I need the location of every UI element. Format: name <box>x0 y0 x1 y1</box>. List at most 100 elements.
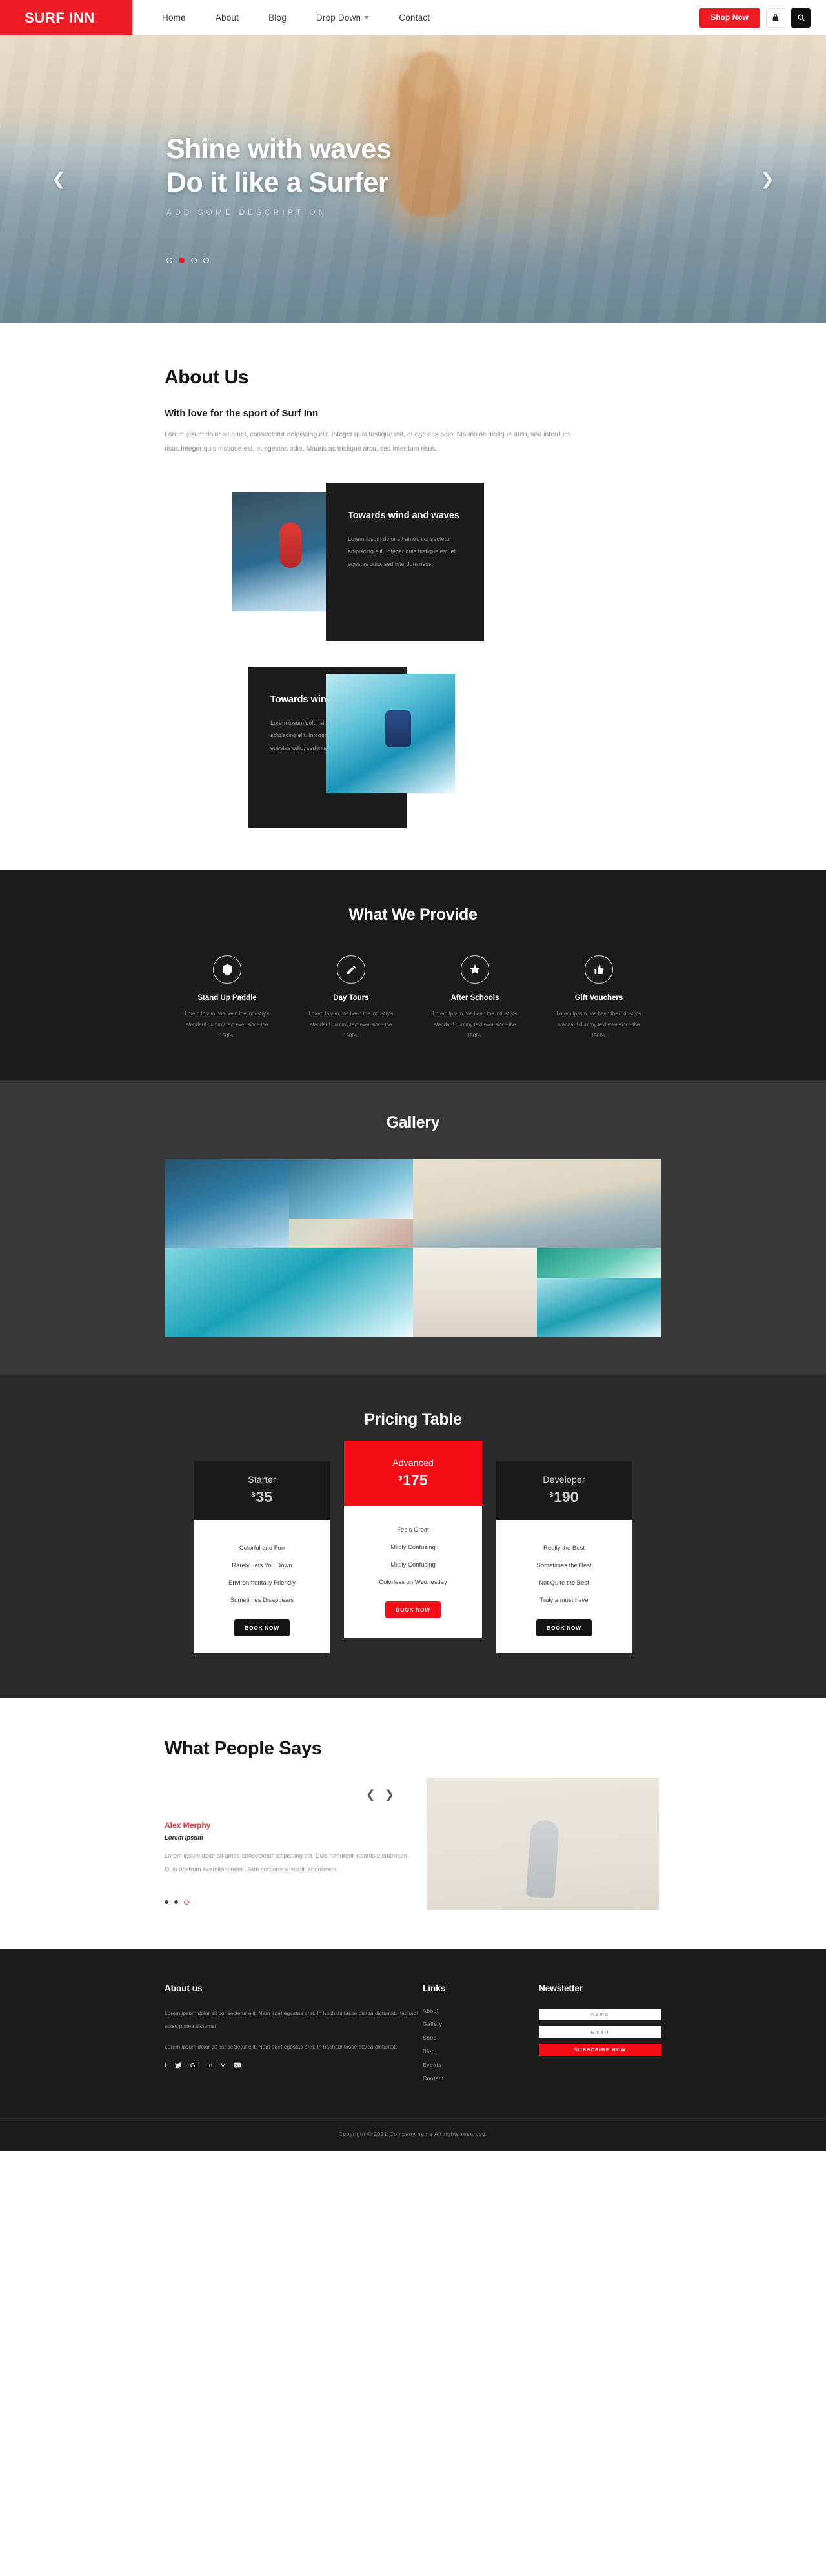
gallery-image-5[interactable] <box>165 1248 413 1338</box>
testimonial-author-name: Alex Merphy <box>165 1821 211 1831</box>
service-text: Lorem Ipsum has been the industry's stan… <box>432 1011 518 1039</box>
gallery-image-1[interactable] <box>165 1159 289 1249</box>
book-now-button[interactable]: BOOK NOW <box>536 1619 592 1637</box>
vimeo-icon[interactable]: V <box>221 2062 225 2071</box>
pricing-plan-price: $190 <box>496 1488 632 1506</box>
service-title: Gift Vouchers <box>574 994 623 1002</box>
services-section: What We Provide Stand Up Paddle Lorem Ip… <box>0 870 826 1080</box>
pricing-feature: Sometimes Disappears <box>230 1597 294 1605</box>
testimonial-card: ❮ ❯ Alex Merphy Lorem Ipsum Lorem ipsum … <box>165 1778 410 1905</box>
pricing-feature-list: Feels Great Mildly Confusing Mildly Conf… <box>353 1521 473 1591</box>
service-item-after-schools[interactable]: After Schools Lorem Ipsum has been the i… <box>413 955 537 1041</box>
price-value: 175 <box>403 1472 428 1489</box>
hero-title: Shine with waves Do it like a Surfer <box>166 132 392 200</box>
twitter-icon[interactable] <box>174 2062 182 2071</box>
footer-link-blog[interactable]: Blog <box>423 2048 539 2054</box>
service-title: After Schools <box>450 994 499 1002</box>
about-inner: About Us With love for the sport of Surf… <box>165 367 661 829</box>
testimonial-next-arrow[interactable]: ❯ <box>385 1788 394 1801</box>
navbar: SURF INN Home About Blog Drop Down Conta… <box>0 0 826 35</box>
pricing-feature: Colorless on Wednesday <box>379 1579 447 1587</box>
footer-about-paragraph-1: Lorem ipsum dolor sit consectetur elit. … <box>165 2010 418 2029</box>
pricing-plan-header: Advanced $175 <box>344 1441 482 1506</box>
testimonial-indicator-1[interactable] <box>165 1900 168 1905</box>
footer-about-paragraph-2: Lorem ipsum dolor sit consectetur elit. … <box>165 2043 398 2050</box>
service-item-day-tours[interactable]: Day Tours Lorem Ipsum has been the indus… <box>289 955 413 1041</box>
gallery-image-7[interactable] <box>537 1248 661 1279</box>
pricing-plan-body: Colorful and Fun Rarely Lets You Down En… <box>194 1520 330 1654</box>
hero-subtitle: Add Some Description <box>166 207 328 217</box>
footer-link-events[interactable]: Events <box>423 2062 539 2068</box>
gallery-image-2[interactable] <box>289 1159 413 1219</box>
thumbs-up-icon <box>585 955 613 984</box>
book-now-button[interactable]: BOOK NOW <box>234 1619 290 1637</box>
pricing-feature: Rarely Lets You Down <box>232 1562 292 1570</box>
book-now-button[interactable]: BOOK NOW <box>385 1601 441 1619</box>
footer-link-shop[interactable]: Shop <box>423 2034 539 2041</box>
pricing-plan-name: Advanced <box>392 1457 434 1468</box>
about-card-1-title: Towards wind and waves <box>348 511 459 522</box>
gallery-title: Gallery <box>386 1113 440 1132</box>
hero-prev-arrow[interactable]: ❮ <box>48 168 70 190</box>
footer-link-about[interactable]: About <box>423 2007 539 2014</box>
nav-item-home[interactable]: Home <box>162 13 186 23</box>
currency-symbol: $ <box>251 1491 256 1499</box>
pencil-icon <box>337 955 365 984</box>
gallery-image-6[interactable] <box>413 1248 537 1338</box>
hero-indicator-1[interactable] <box>166 258 172 263</box>
about-title: About Us <box>165 367 249 388</box>
linkedin-icon[interactable]: in <box>207 2062 212 2071</box>
service-item-stand-up-paddle[interactable]: Stand Up Paddle Lorem Ipsum has been the… <box>165 955 289 1041</box>
hero-indicator-4[interactable] <box>203 258 209 263</box>
pricing-plan-price: $175 <box>344 1472 482 1489</box>
newsletter-name-input[interactable] <box>539 2008 661 2020</box>
pricing-feature: Environmentally Friendly <box>228 1579 296 1587</box>
gallery-image-4[interactable] <box>413 1159 661 1249</box>
about-subtitle: With love for the sport of Surf Inn <box>165 408 319 419</box>
footer-links-title: Links <box>423 1983 446 1994</box>
hero-indicator-3[interactable] <box>191 258 197 263</box>
shop-now-button[interactable]: Shop Now <box>699 8 760 28</box>
nav-item-drop-down[interactable]: Drop Down <box>316 13 370 23</box>
pricing-feature: Really the Best <box>543 1545 585 1552</box>
hero-carousel: ❮ ❯ Shine with waves Do it like a Surfer… <box>0 35 826 323</box>
subscribe-button[interactable]: SUBSCRIBE NOW <box>539 2043 661 2056</box>
footer-link-contact[interactable]: Contact <box>423 2075 539 2082</box>
pricing-plan-body: Feels Great Mildly Confusing Mildly Conf… <box>344 1506 482 1638</box>
cart-icon[interactable] <box>766 8 785 28</box>
google-plus-icon[interactable]: G+ <box>190 2062 199 2071</box>
service-title: Stand Up Paddle <box>197 994 257 1002</box>
testimonial-indicator-3[interactable] <box>184 1900 189 1905</box>
testimonial-indicator-2[interactable] <box>174 1900 178 1905</box>
testimonials-body: ❮ ❯ Alex Merphy Lorem Ipsum Lorem ipsum … <box>165 1778 661 1911</box>
about-card-1: Towards wind and waves Lorem ipsum dolor… <box>326 483 484 642</box>
youtube-icon[interactable] <box>233 2062 241 2071</box>
search-icon[interactable] <box>791 8 811 28</box>
brand-logo[interactable]: SURF INN <box>0 0 132 35</box>
testimonials-title: What People Says <box>165 1738 322 1760</box>
pricing-plan-header: Starter $35 <box>194 1461 330 1521</box>
gallery-image-3[interactable] <box>289 1219 413 1249</box>
nav-item-about[interactable]: About <box>216 13 239 23</box>
navbar-actions: Shop Now <box>699 0 826 35</box>
gallery-section: Gallery <box>0 1080 826 1375</box>
footer-newsletter-title: Newsletter <box>539 1983 583 1994</box>
newsletter-email-input[interactable] <box>539 2026 661 2038</box>
nav-item-blog[interactable]: Blog <box>268 13 287 23</box>
hero-next-arrow[interactable]: ❯ <box>756 168 778 190</box>
page-root: SURF INN Home About Blog Drop Down Conta… <box>0 0 826 2152</box>
service-item-gift-vouchers[interactable]: Gift Vouchers Lorem Ipsum has been the i… <box>537 955 661 1041</box>
testimonial-prev-arrow[interactable]: ❮ <box>366 1788 376 1801</box>
facebook-icon[interactable]: f <box>165 2062 166 2071</box>
chevron-down-icon <box>364 16 370 19</box>
pricing-title: Pricing Table <box>364 1410 462 1429</box>
service-title: Day Tours <box>333 994 369 1002</box>
services-list: Stand Up Paddle Lorem Ipsum has been the… <box>0 955 826 1041</box>
price-value: 35 <box>256 1488 273 1506</box>
nav-item-contact[interactable]: Contact <box>399 13 430 23</box>
gallery-image-8[interactable] <box>537 1278 661 1338</box>
pricing-plan-developer: Developer $190 Really the Best Sometimes… <box>496 1461 632 1654</box>
hero-indicator-2[interactable] <box>179 258 185 263</box>
footer-link-gallery[interactable]: Gallery <box>423 2021 539 2027</box>
pricing-plan-name: Starter <box>248 1474 276 1485</box>
